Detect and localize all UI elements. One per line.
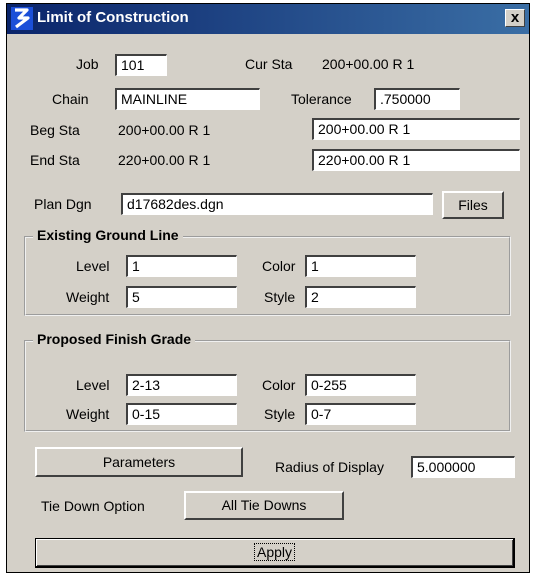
end-sta-label: End Sta xyxy=(30,152,80,168)
cur-sta-value: 200+00.00 R 1 xyxy=(322,56,415,72)
limit-of-construction-dialog: Limit of Construction x Job 101 Cur Sta … xyxy=(6,3,530,573)
proposed-color-label: Color xyxy=(262,377,296,393)
title-bar[interactable]: Limit of Construction x xyxy=(7,4,529,34)
tolerance-field[interactable]: .750000 xyxy=(374,88,460,110)
existing-style-label: Style xyxy=(264,289,296,305)
radius-of-display-field[interactable]: 5.000000 xyxy=(411,456,515,478)
proposed-level-label: Level xyxy=(76,377,110,393)
existing-ground-line-title: Existing Ground Line xyxy=(33,227,183,243)
plan-dgn-field[interactable]: d17682des.dgn xyxy=(121,193,433,215)
close-button[interactable]: x xyxy=(505,9,525,27)
existing-weight-field[interactable]: 5 xyxy=(126,286,237,308)
tolerance-label: Tolerance xyxy=(291,91,352,107)
proposed-weight-label: Weight xyxy=(66,406,110,422)
proposed-level-field[interactable]: 2-13 xyxy=(126,374,237,396)
app-logo-icon xyxy=(11,7,33,30)
chain-label: Chain xyxy=(52,91,89,107)
existing-level-label: Level xyxy=(76,258,110,274)
beg-sta-field[interactable]: 200+00.00 R 1 xyxy=(312,118,520,140)
proposed-style-field[interactable]: 0-7 xyxy=(305,403,416,425)
apply-button[interactable]: Apply xyxy=(35,538,515,568)
radius-of-display-label: Radius of Display xyxy=(275,459,384,475)
proposed-style-label: Style xyxy=(264,406,296,422)
plan-dgn-label: Plan Dgn xyxy=(34,196,92,212)
apply-button-label: Apply xyxy=(253,543,296,561)
job-field[interactable]: 101 xyxy=(115,54,167,76)
chain-field[interactable]: MAINLINE xyxy=(115,88,260,110)
existing-weight-label: Weight xyxy=(66,289,110,305)
proposed-finish-grade-title: Proposed Finish Grade xyxy=(33,331,196,347)
window-title: Limit of Construction xyxy=(37,9,189,26)
existing-color-field[interactable]: 1 xyxy=(305,255,416,277)
end-sta-field[interactable]: 220+00.00 R 1 xyxy=(312,149,520,171)
tie-down-option-label: Tie Down Option xyxy=(41,498,145,514)
parameters-button[interactable]: Parameters xyxy=(35,447,243,477)
existing-level-field[interactable]: 1 xyxy=(126,255,237,277)
end-sta-value: 220+00.00 R 1 xyxy=(118,152,211,168)
proposed-weight-field[interactable]: 0-15 xyxy=(126,403,237,425)
cur-sta-label: Cur Sta xyxy=(245,56,293,72)
existing-style-field[interactable]: 2 xyxy=(305,286,416,308)
existing-color-label: Color xyxy=(262,258,296,274)
files-button[interactable]: Files xyxy=(442,191,504,219)
beg-sta-value: 200+00.00 R 1 xyxy=(118,122,211,138)
proposed-color-field[interactable]: 0-255 xyxy=(305,374,416,396)
job-label: Job xyxy=(76,56,99,72)
beg-sta-label: Beg Sta xyxy=(30,122,80,138)
tie-down-option-selector[interactable]: All Tie Downs xyxy=(184,491,344,520)
